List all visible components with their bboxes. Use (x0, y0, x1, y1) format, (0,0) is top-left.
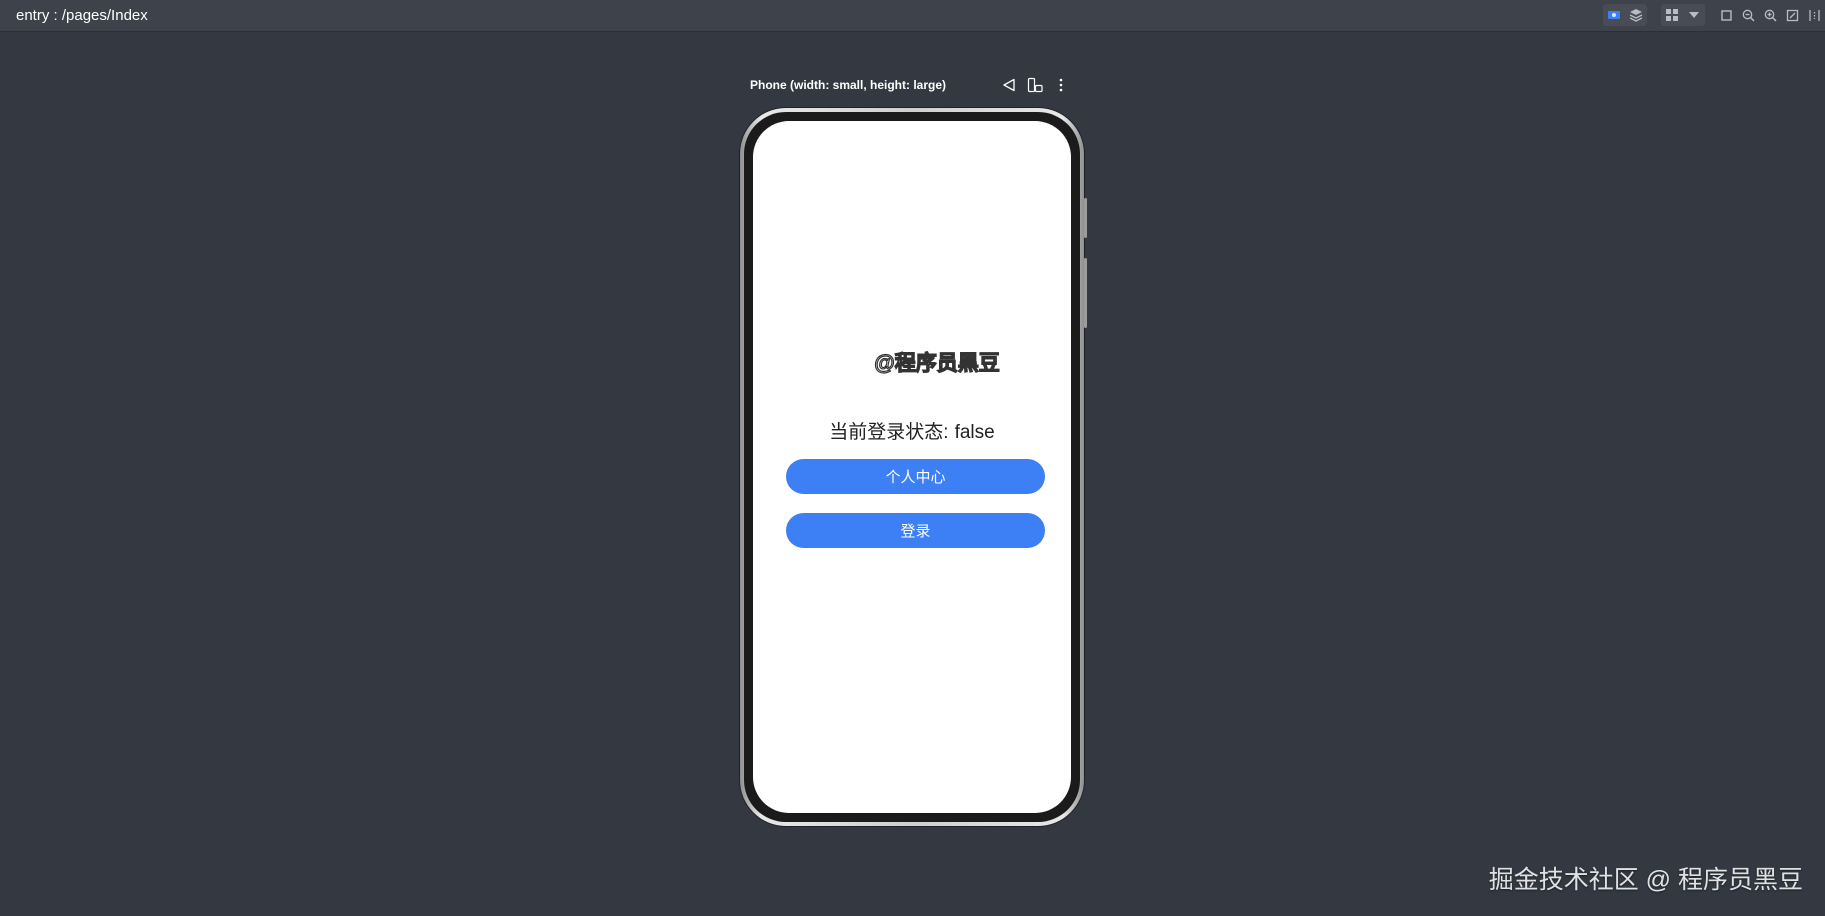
login-button[interactable]: 登录 (786, 513, 1045, 548)
layout-group (1661, 4, 1705, 26)
phone-frame: @程序员黑豆 当前登录状态: false 个人中心 登录 (740, 108, 1087, 826)
rotate-device-icon[interactable] (1026, 76, 1044, 94)
site-watermark: 掘金技术社区 @ 程序员黑豆 (1488, 866, 1803, 894)
dropdown-icon[interactable] (1683, 4, 1705, 26)
grid-icon[interactable] (1661, 4, 1683, 26)
login-status-value: false (954, 422, 995, 443)
zoom-in-icon[interactable] (1759, 4, 1781, 26)
title-bar: entry : /pages/Index (0, 0, 1825, 32)
phone-bezel: @程序员黑豆 当前登录状态: false 个人中心 登录 (744, 112, 1080, 822)
view-mode-group (1603, 4, 1647, 26)
power-key (1084, 258, 1087, 328)
inspector-icon[interactable] (1603, 4, 1625, 26)
zoom-out-icon[interactable] (1737, 4, 1759, 26)
volume-key (1084, 198, 1087, 238)
window-title: entry : /pages/Index (16, 7, 148, 24)
device-label: Phone (width: small, height: large) (750, 78, 947, 92)
profile-button[interactable]: 个人中心 (786, 459, 1045, 494)
crop-icon[interactable] (1715, 4, 1737, 26)
device-tools (1000, 76, 1070, 94)
app-watermark: @程序员黑豆 (874, 351, 1001, 375)
phone-screen: @程序员黑豆 当前登录状态: false 个人中心 登录 (753, 121, 1071, 813)
split-icon[interactable] (1803, 4, 1825, 26)
login-status: 当前登录状态: false (753, 417, 1071, 444)
back-triangle-icon[interactable] (1000, 76, 1018, 94)
layers-icon[interactable] (1625, 4, 1647, 26)
more-vert-icon[interactable] (1052, 76, 1070, 94)
login-status-label: 当前登录状态: (829, 422, 949, 443)
zoom-tools (1715, 4, 1825, 26)
fit-screen-icon[interactable] (1781, 4, 1803, 26)
